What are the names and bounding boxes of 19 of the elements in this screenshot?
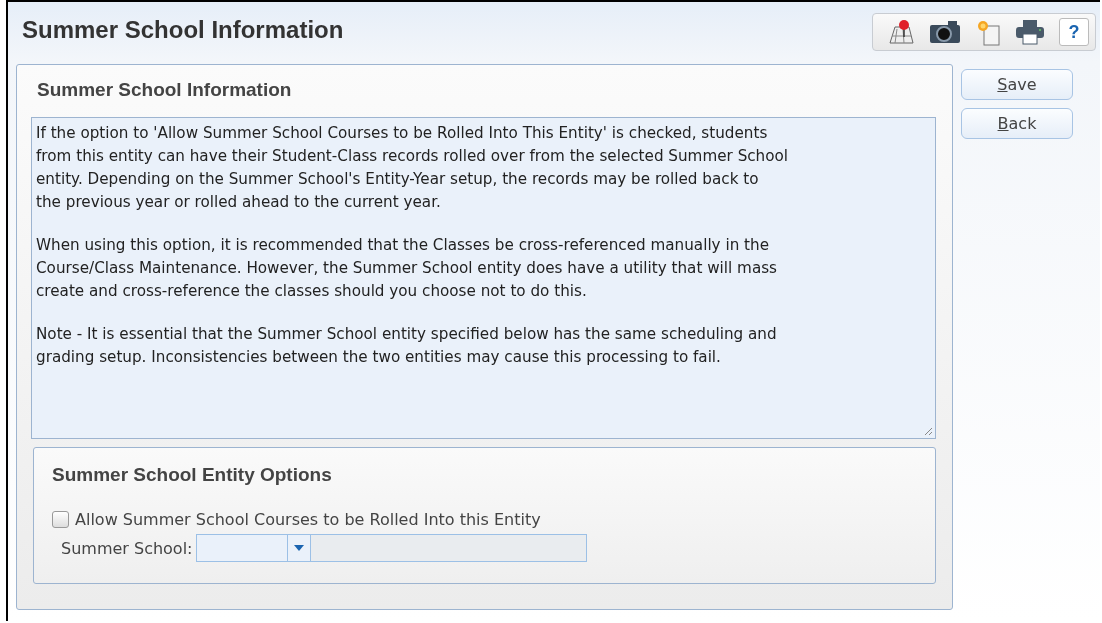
summer-school-dropdown[interactable] xyxy=(196,534,312,562)
caret-icon xyxy=(294,545,305,551)
map-pin-icon[interactable] xyxy=(887,19,915,45)
info-paragraph: If the option to 'Allow Summer School Courses to be Rolled Into This Entity' is checked, students from this entity can have their Student-Class records rolled over from the selected Summer School entity. Depending on the Summer School's Entity-Year setup, the records may be rolled back to the previous year or rolled ahead to the current year. xyxy=(36,123,790,213)
info-paragraph: When using this option, it is recommended that the Classes be cross-referenced manually in the Course/Class Maintenance. However, the Summer School entity does have a utility that will mass create and cross-reference the classes should you choose not to do this. xyxy=(36,235,779,302)
action-button[interactable]: Back xyxy=(961,108,1073,139)
checkbox[interactable] xyxy=(52,511,69,528)
new-document-icon[interactable] xyxy=(975,18,1001,46)
panel-title: Summer School Information xyxy=(36,78,293,102)
action-button[interactable]: Save xyxy=(961,69,1073,100)
group-title: Summer School Entity Options xyxy=(52,463,333,487)
print-icon[interactable] xyxy=(1015,19,1045,45)
field-label: Summer School: xyxy=(61,538,193,558)
info-paragraph: Note - It is essential that the Summer School entity specified below has the same scheduling and grading setup. Inconsistencies between the two entities may cause this processing to fail. xyxy=(36,324,778,368)
camera-icon[interactable] xyxy=(929,20,961,44)
window-title: Summer School Information xyxy=(22,16,344,44)
resize-grip-icon[interactable] xyxy=(923,426,933,436)
help-button[interactable]: ? xyxy=(1059,18,1089,46)
checkbox-label: Allow Summer School Courses to be Rolled Into this Entity xyxy=(75,510,541,529)
